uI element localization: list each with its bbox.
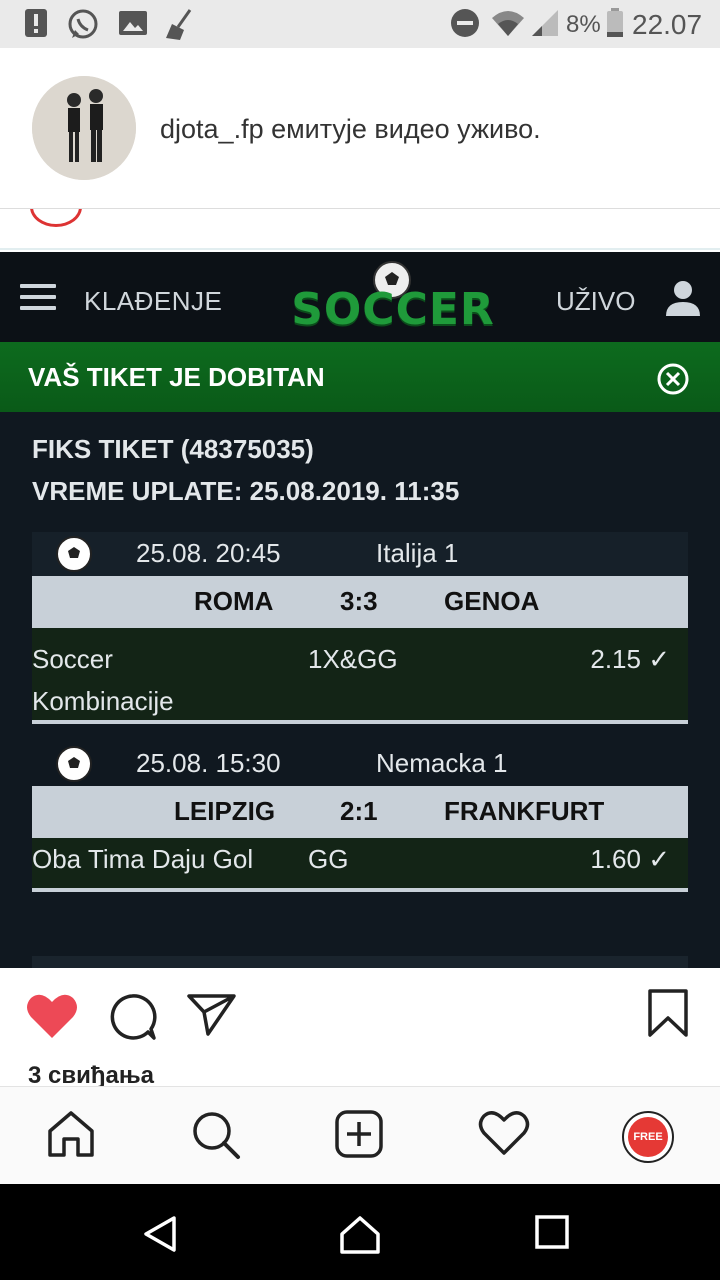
comment-icon[interactable] (106, 992, 158, 1042)
clock: 22.07 (632, 9, 703, 40)
match-score: 3:3 (340, 586, 378, 616)
payment-time: VREME UPLATE: 25.08.2019. 11:35 (32, 476, 460, 506)
heart-icon[interactable] (26, 992, 78, 1040)
bottom-nav: FREE (0, 1086, 720, 1184)
betting-menu-label: KLAĐENJE (84, 286, 223, 316)
bet-type-line1: Soccer (32, 644, 113, 674)
win-banner-text: VAŠ TIKET JE DOBITAN (28, 362, 325, 392)
match-card: 25.08. 15:30 Nemacka 1 LEIPZIG 2:1 FRANK… (32, 742, 688, 894)
send-icon[interactable] (186, 992, 238, 1038)
home-team: ROMA (194, 586, 274, 616)
avatar (32, 76, 136, 180)
close-icon (657, 363, 689, 395)
search-icon[interactable] (190, 1109, 242, 1161)
win-banner: VAŠ TIKET JE DOBITAN (0, 342, 720, 412)
whatsapp-icon (68, 9, 98, 39)
back-icon[interactable] (140, 1214, 180, 1254)
post-actions: 3 свиђања (0, 968, 720, 1089)
match-league: Nemacka 1 (376, 748, 508, 778)
user-icon (666, 281, 700, 316)
payment-row-cutoff (32, 956, 688, 968)
recents-icon[interactable] (534, 1214, 570, 1250)
battery-icon (607, 8, 623, 37)
story-strip (0, 208, 720, 250)
post-image: KLAĐENJE SOCCER UŽIVO VAŠ TIKET JE DOBIT… (0, 252, 720, 968)
profile-badge: FREE (628, 1117, 668, 1157)
notification-text: djota_.fp емитује видео уживо. (160, 114, 541, 144)
profile-avatar[interactable]: FREE (622, 1111, 674, 1163)
home-icon[interactable] (46, 1109, 96, 1159)
ticket-title: FIKS TIKET (48375035) (32, 434, 314, 464)
match-teams: ROMA 3:3 GENOA (32, 576, 688, 628)
soccer-logo: SOCCER (288, 260, 498, 336)
battery-percent: 8% (566, 11, 601, 38)
activity-heart-icon[interactable] (478, 1109, 530, 1157)
match-score: 2:1 (340, 796, 378, 826)
match-league: Italija 1 (376, 538, 459, 568)
signal-icon (532, 10, 558, 36)
home-team: LEIPZIG (174, 796, 276, 826)
bet-pick: 1X&GG (308, 644, 398, 674)
away-team: FRANKFURT (444, 796, 605, 826)
match-teams: LEIPZIG 2:1 FRANKFURT (32, 786, 688, 838)
bet-odds: 2.15 ✓ (590, 644, 670, 674)
status-bar: 8% 22.07 (0, 0, 720, 48)
match-datetime: 25.08. 20:45 (136, 538, 281, 568)
story-avatar[interactable] (30, 209, 82, 227)
bet-row: Soccer Kombinacije 1X&GG 2.15 ✓ (32, 628, 688, 724)
alert-icon (25, 9, 47, 37)
system-navigation-bar (0, 1184, 720, 1280)
soccer-ball-icon (56, 746, 92, 782)
match-header: 25.08. 15:30 Nemacka 1 (32, 742, 688, 786)
bet-odds: 1.60 ✓ (590, 844, 670, 874)
do-not-disturb-icon (451, 9, 479, 37)
match-header: 25.08. 20:45 Italija 1 (32, 532, 688, 576)
bet-type: Soccer Kombinacije (32, 638, 174, 722)
bet-pick: GG (308, 844, 349, 874)
bet-row: Oba Tima Daju Gol GG 1.60 ✓ (32, 838, 688, 892)
bet-type-line2: Kombinacije (32, 686, 174, 716)
match-datetime: 25.08. 15:30 (136, 748, 281, 778)
logo-text: SOCCER (291, 284, 495, 335)
bookmark-icon[interactable] (646, 988, 690, 1038)
image-icon (119, 11, 147, 35)
home-icon[interactable] (338, 1214, 382, 1256)
match-card: 25.08. 20:45 Italija 1 ROMA 3:3 GENOA So… (32, 532, 688, 724)
live-notification[interactable]: djota_.fp емитује видео уживо. (0, 48, 720, 208)
add-post-icon[interactable] (334, 1109, 384, 1159)
away-team: GENOA (444, 586, 540, 616)
soccer-ball-icon (56, 536, 92, 572)
live-label: UŽIVO (556, 286, 636, 316)
app-top-bar: KLAĐENJE SOCCER UŽIVO (0, 252, 720, 342)
wifi-icon (492, 11, 524, 36)
menu-icon (20, 284, 56, 310)
broom-icon (166, 9, 192, 40)
bet-type: Oba Tima Daju Gol (32, 844, 254, 874)
